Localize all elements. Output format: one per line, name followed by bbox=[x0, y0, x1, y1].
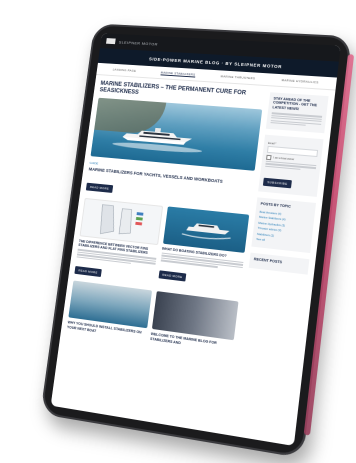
fin-diagram-graphic bbox=[81, 199, 162, 244]
card-image-fins[interactable] bbox=[80, 197, 163, 244]
post-card: WELCOME TO THE MARINE BLOG FOR STABILIZE… bbox=[150, 291, 239, 354]
main-column: MARINE STABILIZERS – THE PERMANENT CURE … bbox=[66, 81, 264, 355]
checkbox-icon[interactable] bbox=[266, 154, 272, 159]
newsletter-box: STAY AHEAD OF THE COMPETITION - GET THE … bbox=[266, 92, 329, 133]
card-image-boat[interactable] bbox=[163, 206, 250, 253]
newsletter-title: STAY AHEAD OF THE COMPETITION - GET THE … bbox=[272, 96, 324, 113]
submit-wrapper: SUBSCRIBE bbox=[263, 170, 316, 193]
interest-label: I am a boat owner bbox=[273, 156, 294, 161]
logo-icon bbox=[106, 38, 116, 44]
nav-item-marine-hydraulics[interactable]: MARINE HYDRAULICS bbox=[281, 78, 319, 84]
newsletter-text-lines bbox=[270, 112, 322, 127]
post-card: THE DIFFERENCE BETWEEN VECTOR FINS STABI… bbox=[74, 197, 163, 285]
topics-box: POSTS BY TOPIC Boat thrusters (4) Marine… bbox=[251, 197, 316, 253]
tablet-device: SLEIPNER MOTOR SIDE-POWER MARINE BLOG · … bbox=[40, 23, 352, 458]
site-logo-text[interactable]: SLEIPNER MOTOR bbox=[119, 39, 159, 46]
nav-item-landing-page[interactable]: LANDING PAGE bbox=[112, 68, 136, 73]
page-content: MARINE STABILIZERS – THE PERMANENT CURE … bbox=[60, 75, 335, 371]
nav-item-marine-thrusters[interactable]: MARINE THRUSTERS bbox=[220, 74, 255, 80]
subscribe-form: Email * I am a boat owner SUBSCRIBE bbox=[258, 134, 323, 197]
recent-posts-box: RECENT POSTS bbox=[249, 253, 310, 275]
subscribe-button[interactable]: SUBSCRIBE bbox=[263, 178, 292, 189]
post-card: WHAT DO BOATING STABILIZERS DO? READ MOR… bbox=[157, 206, 249, 297]
post-card: WHY YOU SHOULD INSTALL STABILIZERS ON YO… bbox=[66, 281, 151, 342]
boat-graphic bbox=[163, 206, 250, 253]
hero-image[interactable] bbox=[91, 98, 263, 171]
recent-posts-title: RECENT POSTS bbox=[254, 257, 305, 267]
product-mockup: SLEIPNER MOTOR SIDE-POWER MARINE BLOG · … bbox=[0, 0, 356, 463]
card-read-more-button[interactable]: READ MORE bbox=[158, 270, 187, 281]
tablet-screen: SLEIPNER MOTOR SIDE-POWER MARINE BLOG · … bbox=[51, 33, 341, 446]
featured-read-more-button[interactable]: READ MORE bbox=[86, 182, 113, 192]
card-image-shore[interactable] bbox=[68, 281, 151, 329]
post-grid: THE DIFFERENCE BETWEEN VECTOR FINS STABI… bbox=[66, 197, 249, 354]
nav-item-marine-stabilizers[interactable]: MARINE STABILIZERS bbox=[160, 70, 195, 77]
card-read-more-button[interactable]: READ MORE bbox=[74, 266, 101, 277]
